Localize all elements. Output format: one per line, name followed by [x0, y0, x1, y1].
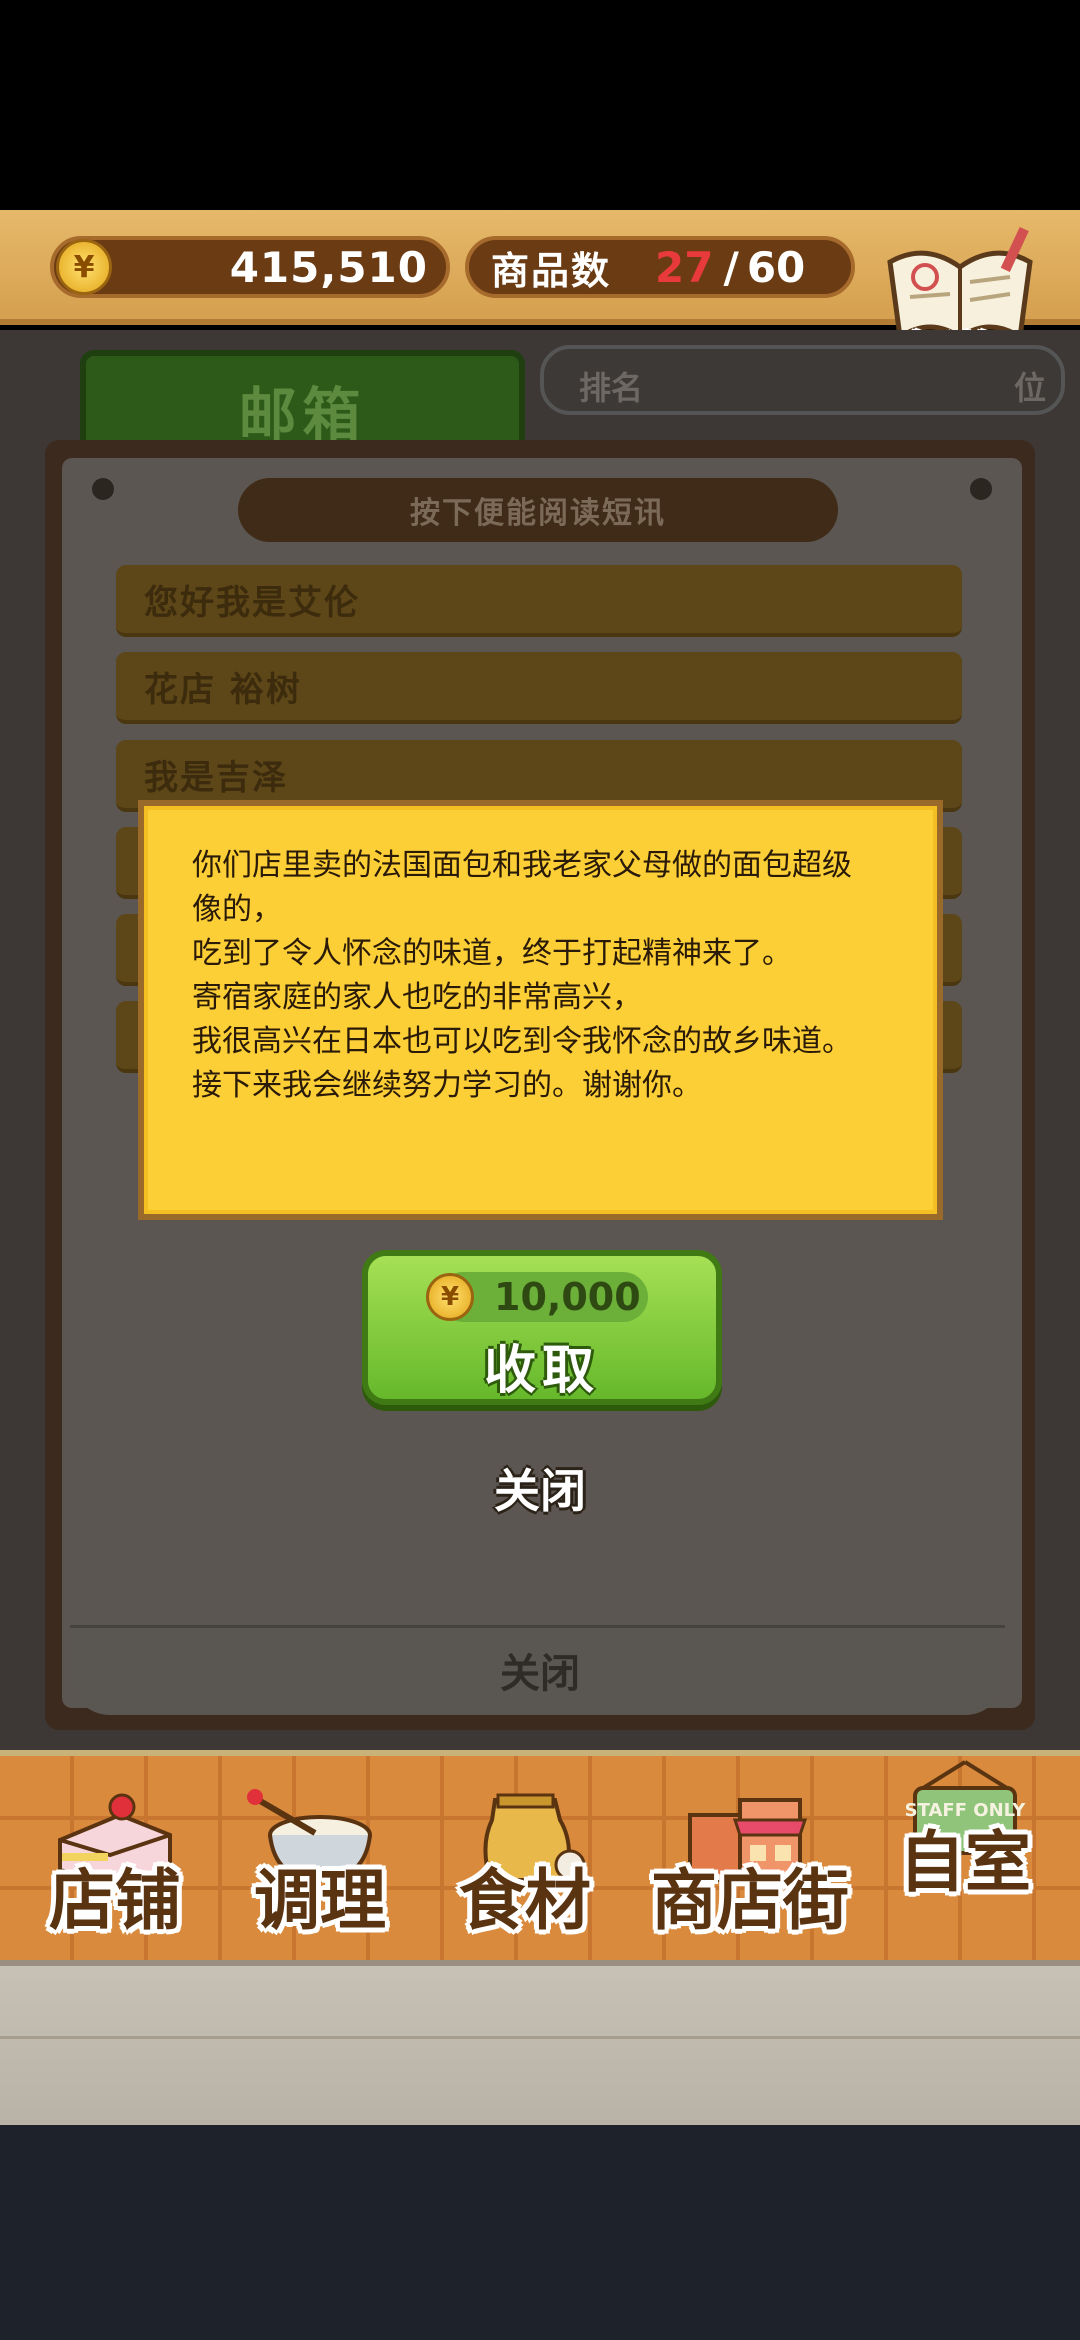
message-item[interactable]: 您好我是艾伦 [116, 565, 962, 637]
goods-count-max: 60 [746, 242, 806, 292]
nav-item-shop[interactable]: 店铺 [20, 1765, 210, 1955]
floor-background [0, 1960, 1080, 2125]
reward-amount-display: ¥ 10,000 [426, 1272, 648, 1322]
message-item[interactable]: 花店 裕树 [116, 652, 962, 724]
coin-icon: ¥ [56, 239, 112, 295]
nav-label: 店铺 [49, 1862, 181, 1939]
message-line: 寄宿家庭的家人也吃的非常高兴， [192, 980, 642, 1015]
rank-display: 排名 位 [540, 345, 1065, 415]
reward-amount: 10,000 [494, 1275, 641, 1319]
message-line: 接下来我会继续努力学习的。谢谢你。 [192, 1068, 702, 1103]
mailbox-hint: 按下便能阅读短讯 [238, 478, 838, 542]
nav-label: 调理 [254, 1862, 386, 1939]
nav-label: 食材 [459, 1862, 591, 1939]
nail-icon [970, 478, 992, 500]
message-note-popup: 你们店里卖的法国面包和我老家父母做的面包超级 像的， 吃到了令人怀念的味道，终于… [138, 800, 943, 1220]
message-line: 像的， [192, 892, 282, 927]
nav-label: 商店街 [651, 1862, 849, 1939]
top-letterbox [0, 0, 1080, 210]
money-display: ¥ 415,510 [50, 236, 450, 298]
coin-icon: ¥ [426, 1273, 474, 1321]
collect-label: 收取 [483, 1341, 600, 1401]
message-line: 你们店里卖的法国面包和我老家父母做的面包超级 [192, 848, 852, 883]
rank-label: 排名 [579, 369, 644, 407]
message-line: 我很高兴在日本也可以吃到令我怀念的故乡味道。 [192, 1024, 852, 1059]
popup-close-button[interactable]: 关闭 [440, 1455, 640, 1520]
nav-item-ingredients[interactable]: 食材 [430, 1765, 620, 1955]
nav-item-shop-street[interactable]: 商店街 [640, 1765, 860, 1955]
goods-count-display: 商品数 27 / 60 [465, 236, 855, 298]
message-body: 你们店里卖的法国面包和我老家父母做的面包超级 像的， 吃到了令人怀念的味道，终于… [192, 844, 912, 1108]
goods-count-current: 27 [655, 242, 714, 292]
nav-item-cooking[interactable]: 调理 [225, 1765, 415, 1955]
nav-label: 自室 [899, 1824, 1031, 1901]
goods-count-separator: / [723, 242, 739, 292]
money-value: 415,510 [229, 242, 428, 292]
nail-icon [92, 478, 114, 500]
bottom-letterbox [0, 2125, 1080, 2340]
nav-item-my-room[interactable]: STAFF ONLY 自室 [875, 1745, 1055, 1935]
mailbox-close-button[interactable]: 关闭 [430, 1640, 650, 1700]
goods-count-label: 商品数 [491, 248, 612, 293]
rank-unit: 位 [1013, 369, 1046, 407]
message-line: 吃到了令人怀念的味道，终于打起精神来了。 [192, 936, 792, 971]
collect-button[interactable]: ¥ 10,000 收取 [362, 1250, 722, 1405]
